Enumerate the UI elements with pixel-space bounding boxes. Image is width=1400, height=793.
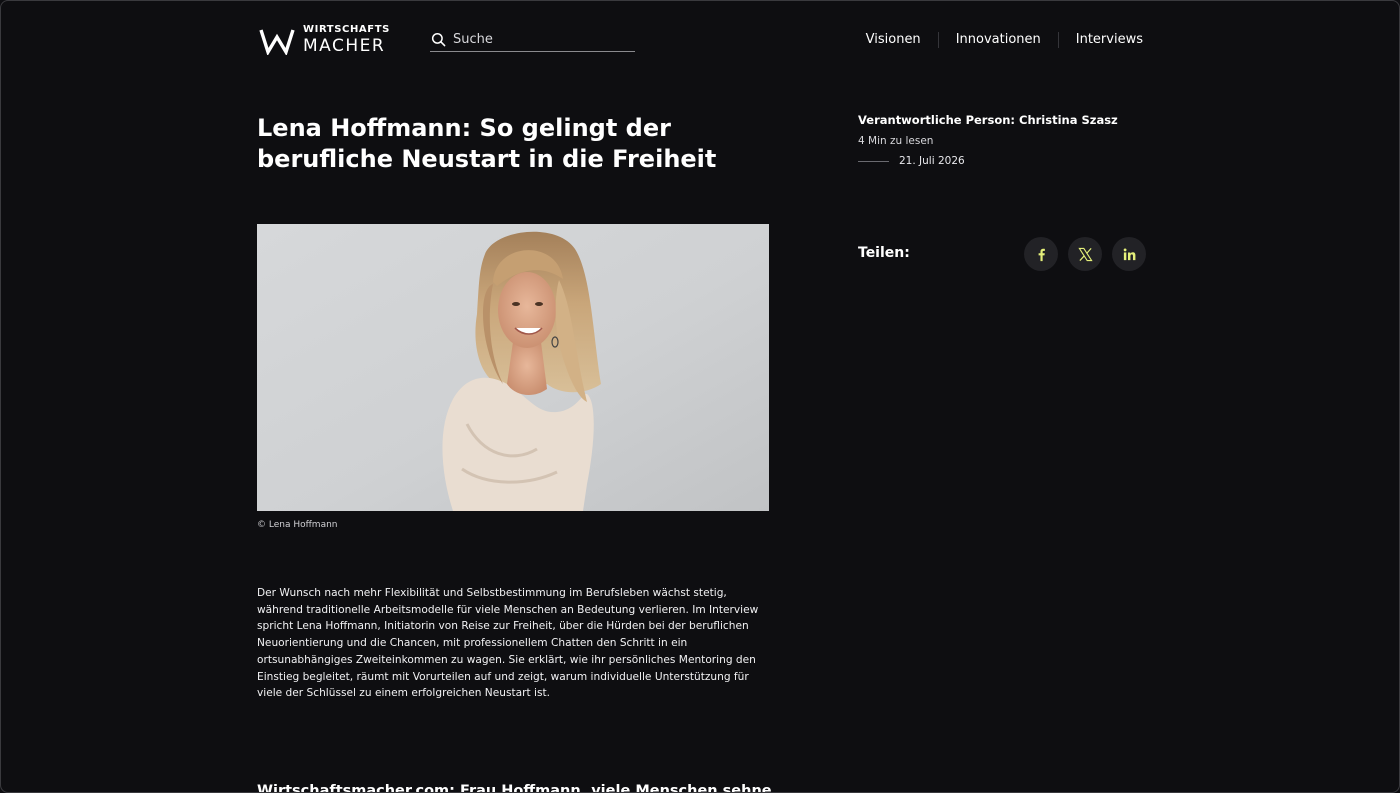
nav-item-visionen[interactable]: Visionen [849, 32, 938, 48]
read-time: 4 Min zu lesen [858, 135, 934, 147]
page: WIRTSCHAFTS MACHER Visionen Innovationen… [0, 0, 1400, 793]
article-intro: Der Wunsch nach mehr Flexibilität und Se… [257, 587, 759, 700]
facebook-icon [1038, 248, 1045, 261]
nav-item-innovationen[interactable]: Innovationen [937, 32, 1058, 48]
logo-mark-icon [259, 29, 295, 55]
logo-text-bottom: MACHER [303, 36, 386, 56]
share-label: Teilen: [858, 245, 910, 261]
search-bar [430, 27, 635, 52]
share-buttons [1024, 237, 1146, 271]
logo-wordmark: WIRTSCHAFTS MACHER [303, 25, 390, 55]
article-title: Lena Hoffmann: So gelingt der berufliche… [257, 114, 717, 173]
date-divider [858, 160, 889, 162]
search-icon[interactable] [431, 32, 446, 47]
share-x-button[interactable] [1068, 237, 1102, 271]
nav-item-interviews[interactable]: Interviews [1057, 32, 1143, 48]
linkedin-icon [1123, 248, 1135, 260]
x-icon [1077, 247, 1093, 261]
search-input[interactable] [453, 31, 623, 47]
share-linkedin-button[interactable] [1112, 237, 1146, 271]
image-caption: © Lena Hoffmann [257, 520, 338, 530]
publish-date: 21. Juli 2026 [899, 155, 965, 167]
logo-text-top: WIRTSCHAFTS [303, 24, 390, 35]
site-logo[interactable]: WIRTSCHAFTS MACHER [259, 25, 390, 55]
article-section-heading: Wirtschaftsmacher.com: Frau Hoffmann, vi… [257, 783, 772, 793]
author-line: Verantwortliche Person: Christina Szasz [858, 113, 1118, 127]
article-hero-image [257, 224, 769, 511]
publish-date-row: 21. Juli 2026 [858, 155, 965, 167]
share-facebook-button[interactable] [1024, 237, 1058, 271]
main-nav: Visionen Innovationen Interviews [849, 32, 1143, 48]
